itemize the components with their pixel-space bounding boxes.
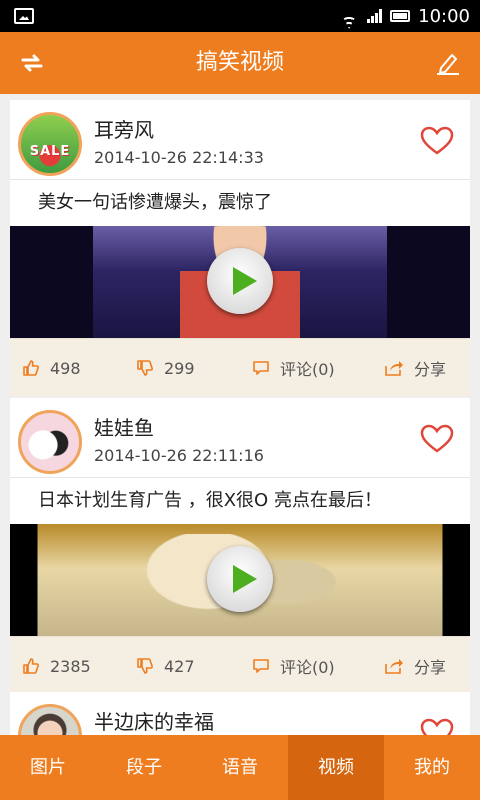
bottom-nav: 图片 段子 语音 视频 我的 (0, 735, 480, 800)
play-button[interactable] (207, 248, 273, 314)
comment-icon (253, 659, 269, 673)
favorite-button[interactable] (420, 424, 454, 454)
comment-icon (253, 361, 269, 375)
app-header: 搞笑视频 (0, 32, 480, 94)
nav-item-videos[interactable]: 视频 (288, 735, 384, 800)
share-action[interactable]: 分享 (384, 339, 446, 397)
status-time: 10:00 (418, 5, 470, 27)
video-thumbnail[interactable] (10, 226, 470, 338)
post-actions: 2385 427 评论(0) 分享 (10, 636, 470, 694)
dislike-count: 427 (164, 656, 195, 676)
status-icons: 10:00 (339, 0, 470, 32)
like-count: 2385 (50, 656, 91, 676)
signal-icon (367, 9, 383, 23)
heart-icon (420, 718, 454, 735)
post-time: 2014-10-26 22:11:16 (94, 446, 264, 465)
share-label: 分享 (414, 360, 447, 379)
page-title: 搞笑视频 (195, 50, 284, 75)
thumbs-up-icon (23, 658, 39, 674)
username[interactable]: 娃娃鱼 (94, 412, 154, 441)
video-feed[interactable]: SALE 耳旁风 2014-10-26 22:14:33 美女一句话惨遭爆头，震… (0, 94, 480, 735)
post-card: 半边床的幸福 (10, 692, 470, 735)
post-card: SALE 耳旁风 2014-10-26 22:14:33 美女一句话惨遭爆头，震… (10, 100, 470, 396)
nav-item-me[interactable]: 我的 (384, 735, 480, 800)
like-count: 498 (50, 358, 81, 378)
comment-label: 评论(0) (280, 360, 335, 379)
avatar[interactable] (18, 704, 82, 735)
post-header: 娃娃鱼 2014-10-26 22:11:16 (10, 398, 470, 478)
heart-icon (420, 126, 454, 155)
share-icon (385, 361, 403, 376)
comment-action[interactable]: 评论(0) (252, 339, 335, 397)
edit-icon (437, 54, 459, 75)
picture-notification-icon (14, 8, 34, 24)
thumbs-down-icon (137, 658, 153, 674)
dislike-count: 299 (164, 358, 195, 378)
nav-item-audio[interactable]: 语音 (192, 735, 288, 800)
share-icon (385, 659, 403, 674)
post-card: 娃娃鱼 2014-10-26 22:11:16 日本计划生育广告 ，很X很O 亮… (10, 398, 470, 694)
avatar[interactable]: SALE (18, 112, 82, 176)
play-icon (233, 267, 257, 295)
share-label: 分享 (414, 658, 447, 677)
dislike-action[interactable]: 427 (136, 637, 195, 695)
status-bar: 10:00 (0, 0, 480, 32)
username[interactable]: 耳旁风 (94, 114, 154, 143)
like-action[interactable]: 2385 (22, 637, 91, 695)
video-thumbnail[interactable] (10, 524, 470, 636)
nav-item-images[interactable]: 图片 (0, 735, 96, 800)
post-time: 2014-10-26 22:14:33 (94, 148, 264, 167)
post-text: 日本计划生育广告 ，很X很O 亮点在最后！ (38, 490, 382, 511)
post-header: SALE 耳旁风 2014-10-26 22:14:33 (10, 100, 470, 180)
thumbs-down-icon (137, 360, 153, 376)
avatar[interactable] (18, 410, 82, 474)
heart-icon (420, 424, 454, 453)
share-action[interactable]: 分享 (384, 637, 446, 695)
post-header: 半边床的幸福 (10, 692, 470, 735)
favorite-button[interactable] (420, 718, 454, 735)
battery-icon (390, 10, 411, 22)
like-action[interactable]: 498 (22, 339, 81, 397)
comment-label: 评论(0) (280, 658, 335, 677)
comment-action[interactable]: 评论(0) (252, 637, 335, 695)
username[interactable]: 半边床的幸福 (94, 706, 214, 735)
thumbs-up-icon (23, 360, 39, 376)
favorite-button[interactable] (420, 126, 454, 156)
post-text: 美女一句话惨遭爆头，震惊了 (38, 192, 272, 213)
play-icon (233, 565, 257, 593)
wifi-icon (339, 9, 359, 23)
play-button[interactable] (207, 546, 273, 612)
edit-button[interactable] (432, 47, 464, 79)
avatar-sale-text: SALE (29, 144, 71, 159)
nav-item-jokes[interactable]: 段子 (96, 735, 192, 800)
post-actions: 498 299 评论(0) 分享 (10, 338, 470, 396)
dislike-action[interactable]: 299 (136, 339, 195, 397)
